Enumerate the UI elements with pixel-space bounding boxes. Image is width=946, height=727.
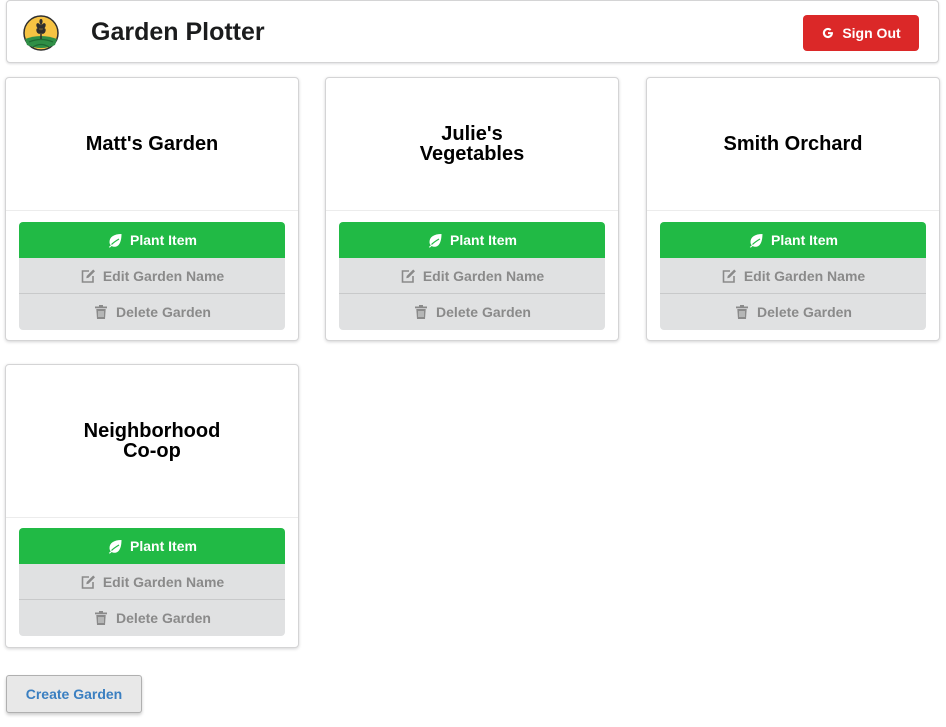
delete-garden-label: Delete Garden <box>116 304 211 320</box>
garden-card-header: Matt's Garden <box>6 78 298 211</box>
garden-actions: Plant Item Edit Garden Name Delete Garde… <box>339 222 605 330</box>
delete-garden-button[interactable]: Delete Garden <box>19 600 285 636</box>
edit-icon <box>81 269 95 283</box>
delete-garden-button[interactable]: Delete Garden <box>19 294 285 330</box>
edit-garden-name-button[interactable]: Edit Garden Name <box>19 258 285 294</box>
plant-item-button[interactable]: Plant Item <box>19 222 285 258</box>
trash-icon <box>95 611 108 625</box>
edit-icon <box>722 269 736 283</box>
leaf-icon <box>108 540 122 554</box>
plant-item-label: Plant Item <box>450 232 517 248</box>
trash-icon <box>415 305 428 319</box>
garden-card-header: Smith Orchard <box>647 78 939 211</box>
delete-garden-label: Delete Garden <box>116 610 211 626</box>
garden-name: Matt's Garden <box>85 133 219 155</box>
google-icon <box>823 27 834 39</box>
garden-name: Smith Orchard <box>723 133 863 155</box>
garden-actions: Plant Item Edit Garden Name Delete Garde… <box>19 222 285 330</box>
garden-card-header: Julie's Vegetables <box>326 78 618 211</box>
edit-garden-name-label: Edit Garden Name <box>102 573 225 590</box>
plant-item-button[interactable]: Plant Item <box>660 222 926 258</box>
garden-card-header: Neighborhood Co-op <box>6 365 298 518</box>
garden-name: Neighborhood Co-op <box>83 420 221 462</box>
app-title: Garden Plotter <box>91 18 265 46</box>
leaf-icon <box>428 234 442 248</box>
delete-garden-button[interactable]: Delete Garden <box>339 294 605 330</box>
edit-garden-name-label: Edit Garden Name <box>743 267 866 284</box>
delete-garden-button[interactable]: Delete Garden <box>660 294 926 330</box>
garden-actions: Plant Item Edit Garden Name Delete Garde… <box>660 222 926 330</box>
plant-item-button[interactable]: Plant Item <box>339 222 605 258</box>
sign-out-button[interactable]: Sign Out <box>803 15 919 51</box>
edit-garden-name-label: Edit Garden Name <box>422 267 545 284</box>
garden-card: Matt's Garden Plant Item Edit Garden Nam… <box>5 77 299 341</box>
garden-card: Julie's Vegetables Plant Item Edit Garde… <box>325 77 619 341</box>
edit-garden-name-button[interactable]: Edit Garden Name <box>339 258 605 294</box>
garden-card: Smith Orchard Plant Item Edit Garden Nam… <box>646 77 940 341</box>
edit-garden-name-button[interactable]: Edit Garden Name <box>19 564 285 600</box>
garden-card: Neighborhood Co-op Plant Item Edit Garde… <box>5 364 299 648</box>
sign-out-label: Sign Out <box>842 25 901 41</box>
edit-garden-name-button[interactable]: Edit Garden Name <box>660 258 926 294</box>
edit-icon <box>401 269 415 283</box>
garden-name: Julie's Vegetables <box>419 123 525 165</box>
leaf-icon <box>749 234 763 248</box>
create-garden-button[interactable]: Create Garden <box>6 675 142 713</box>
edit-garden-name-label: Edit Garden Name <box>102 267 225 284</box>
edit-icon <box>81 575 95 589</box>
plant-item-label: Plant Item <box>130 232 197 248</box>
app-header: Garden Plotter Sign Out <box>6 0 939 63</box>
garden-actions: Plant Item Edit Garden Name Delete Garde… <box>19 528 285 636</box>
plant-item-label: Plant Item <box>130 538 197 554</box>
trash-icon <box>736 305 749 319</box>
trash-icon <box>95 305 108 319</box>
wheat-field-logo-icon <box>23 15 59 51</box>
leaf-icon <box>108 234 122 248</box>
plant-item-label: Plant Item <box>771 232 838 248</box>
delete-garden-label: Delete Garden <box>757 304 852 320</box>
plant-item-button[interactable]: Plant Item <box>19 528 285 564</box>
delete-garden-label: Delete Garden <box>436 304 531 320</box>
